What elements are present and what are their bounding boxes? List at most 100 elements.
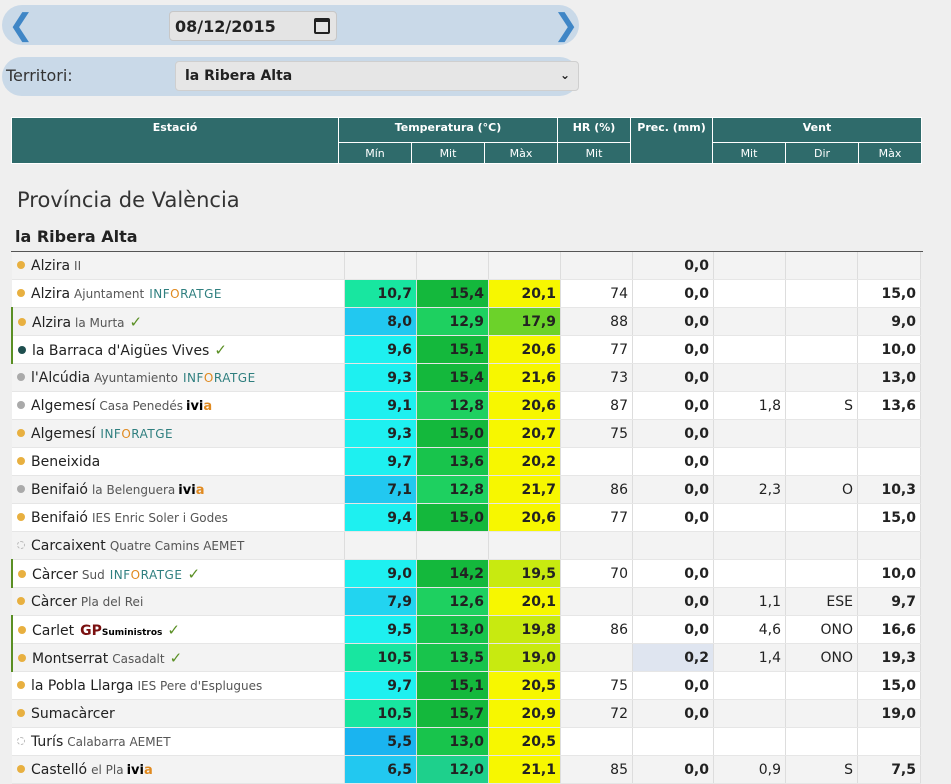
status-dot-icon [17,512,25,521]
station-cell[interactable]: Càrcer Sud INFORATGE ✓ [11,559,345,588]
station-name[interactable]: Algemesí [31,398,95,414]
wind-dir-cell [785,699,858,728]
table-row[interactable]: Benifaió la Belenguera ivia 7,1 12,8 21,7 86 0,… [12,475,921,504]
temp-max-cell: 20,7 [488,419,561,448]
col-wind-max[interactable]: Màx [858,142,922,164]
station-cell[interactable]: Turís Calabarra AEMET [12,727,345,756]
table-row[interactable]: Montserrat Casadalt ✓ 10,5 13,5 19,0 0,2 1,4 ONO… [11,643,921,672]
station-cell[interactable]: Benifaió la Belenguera ivia [12,475,345,504]
status-dot-icon [17,540,25,549]
col-temp-mit[interactable]: Mit [411,142,485,164]
wind-max-cell [857,252,921,280]
station-name[interactable]: Càrcer [31,594,77,610]
wind-dir-cell [785,503,858,532]
station-cell[interactable]: Algemesí Casa Penedés ivia [12,391,345,420]
table-row[interactable]: Alzira II 0,0 [12,252,921,280]
station-name[interactable]: Montserrat [32,651,108,667]
temp-mit-cell: 15,1 [416,671,489,700]
station-cell[interactable]: Càrcer Pla del Rei [12,587,345,616]
table-row[interactable]: Sumacàrcer 10,5 15,7 20,9 72 0,0 19,0 [12,699,921,728]
station-name[interactable]: Alzira [31,286,70,302]
wind-dir-cell [785,335,858,364]
col-wind-mit[interactable]: Mit [712,142,786,164]
calendar-icon[interactable] [314,18,330,34]
ivia-logo: ivia [178,482,205,498]
table-row[interactable]: Càrcer Sud INFORATGE ✓ 9,0 14,2 19,5 70 0,0 10,0 [11,559,921,588]
station-subname: Ajuntament [74,286,145,301]
chevron-right-icon[interactable]: ❯ [553,8,579,43]
temp-max-cell [488,252,561,280]
wind-max-cell: 13,0 [857,363,921,392]
wind-mit-cell [713,503,786,532]
wind-max-cell [857,419,921,448]
station-cell[interactable]: Beneixida [12,447,345,476]
temp-mit-cell: 15,0 [416,419,489,448]
station-name[interactable]: l'Alcúdia [31,370,90,386]
station-cell[interactable]: la Barraca d'Aigües Vives ✓ [11,335,345,364]
station-cell[interactable]: l'Alcúdia Ayuntamiento INFORATGE [12,363,345,392]
col-temp-max[interactable]: Màx [484,142,558,164]
station-name[interactable]: Algemesí [31,426,95,442]
table-row[interactable]: Alzira la Murta ✓ 8,0 12,9 17,9 88 0,0 9,0 [11,307,921,336]
station-subname: la Belenguera [91,482,176,497]
col-wind-dir[interactable]: Dir [785,142,859,164]
date-input[interactable]: 08/12/2015 [169,11,337,41]
wind-mit-cell [713,279,786,308]
table-row[interactable]: Algemesí INFORATGE 9,3 15,0 20,7 75 0,0 [12,419,921,448]
province-title: Província de València [17,188,240,212]
prec-cell: 0,0 [632,419,714,448]
station-name[interactable]: Alzira [31,258,70,274]
station-name[interactable]: Càrcer [32,567,78,583]
station-cell[interactable]: Benifaió IES Enric Soler i Godes [12,503,345,532]
station-cell[interactable]: Algemesí INFORATGE [12,419,345,448]
col-prec[interactable]: Prec. (mm) [630,117,713,164]
station-name[interactable]: la Pobla Llarga [31,678,133,694]
station-name[interactable]: Benifaió [31,482,88,498]
chevron-left-icon[interactable]: ❮ [8,8,34,43]
table-row[interactable]: Castelló el Pla ivia 6,5 12,0 21,1 85 0,0 0,9 S 7,… [12,755,921,784]
station-cell[interactable]: la Pobla Llarga IES Pere d'Esplugues [12,671,345,700]
table-row[interactable]: Turís Calabarra AEMET 5,5 13,0 20,5 [12,727,921,756]
station-cell[interactable]: Montserrat Casadalt ✓ [11,643,345,672]
wind-max-cell: 16,6 [857,615,921,644]
col-station[interactable]: Estació [11,117,339,164]
table-row[interactable]: Càrcer Pla del Rei 7,9 12,6 20,1 0,0 1,1 ESE 9,7 [12,587,921,616]
station-name[interactable]: Turís [31,734,63,750]
station-cell[interactable]: Alzira la Murta ✓ [11,307,345,336]
station-name[interactable]: Alzira [32,315,71,331]
table-row[interactable]: la Barraca d'Aigües Vives ✓ 9,6 15,1 20,6 77 0… [11,335,921,364]
temp-mit-cell: 12,9 [416,307,489,336]
table-row[interactable]: Carcaixent Quatre Camins AEMET [12,531,921,560]
table-row[interactable]: Alzira Ajuntament INFORATGE 10,7 15,4 20,1 74 0… [12,279,921,308]
station-name[interactable]: Carcaixent [31,538,106,554]
station-cell[interactable]: Alzira Ajuntament INFORATGE [12,279,345,308]
station-name[interactable]: la Barraca d'Aigües Vives [32,343,209,359]
station-cell[interactable]: Castelló el Pla ivia [12,755,345,784]
territory-select[interactable]: la Ribera Alta ⌄ [175,61,579,91]
prec-cell: 0,0 [632,671,714,700]
station-name[interactable]: Benifaió [31,510,88,526]
station-name[interactable]: Sumacàrcer [31,706,115,722]
table-row[interactable]: Algemesí Casa Penedés ivia 9,1 12,8 20,6 87 0,0… [12,391,921,420]
table-row[interactable]: Benifaió IES Enric Soler i Godes 9,4 15,0 20… [12,503,921,532]
temp-mit-cell: 15,1 [416,335,489,364]
table-row[interactable]: l'Alcúdia Ayuntamiento INFORATGE 9,3 15,4 21,… [12,363,921,392]
table-row[interactable]: Beneixida 9,7 13,6 20,2 0,0 [12,447,921,476]
station-cell[interactable]: Carlet GPSuministros ✓ [11,615,345,644]
inforatge-logo: INFORATGE [100,426,174,441]
station-cell[interactable]: Sumacàrcer [12,699,345,728]
station-cell[interactable]: Carcaixent Quatre Camins AEMET [12,531,345,560]
table-row[interactable]: la Pobla Llarga IES Pere d'Esplugues 9,7 15… [12,671,921,700]
hr-cell [560,643,633,672]
status-dot-icon [17,484,25,493]
station-name[interactable]: Castelló [31,762,87,778]
station-name[interactable]: Carlet [32,623,74,639]
station-cell[interactable]: Alzira II [12,252,345,280]
wind-max-cell: 10,0 [857,335,921,364]
col-hr-mit[interactable]: Mit [557,142,631,164]
col-temp-min[interactable]: Mín [338,142,412,164]
temp-max-cell: 17,9 [488,307,561,336]
station-name[interactable]: Beneixida [31,454,100,470]
status-dot-icon [17,288,25,297]
table-row[interactable]: Carlet GPSuministros ✓ 9,5 13,0 19,8 86 0,0 4,6 O… [11,615,921,644]
